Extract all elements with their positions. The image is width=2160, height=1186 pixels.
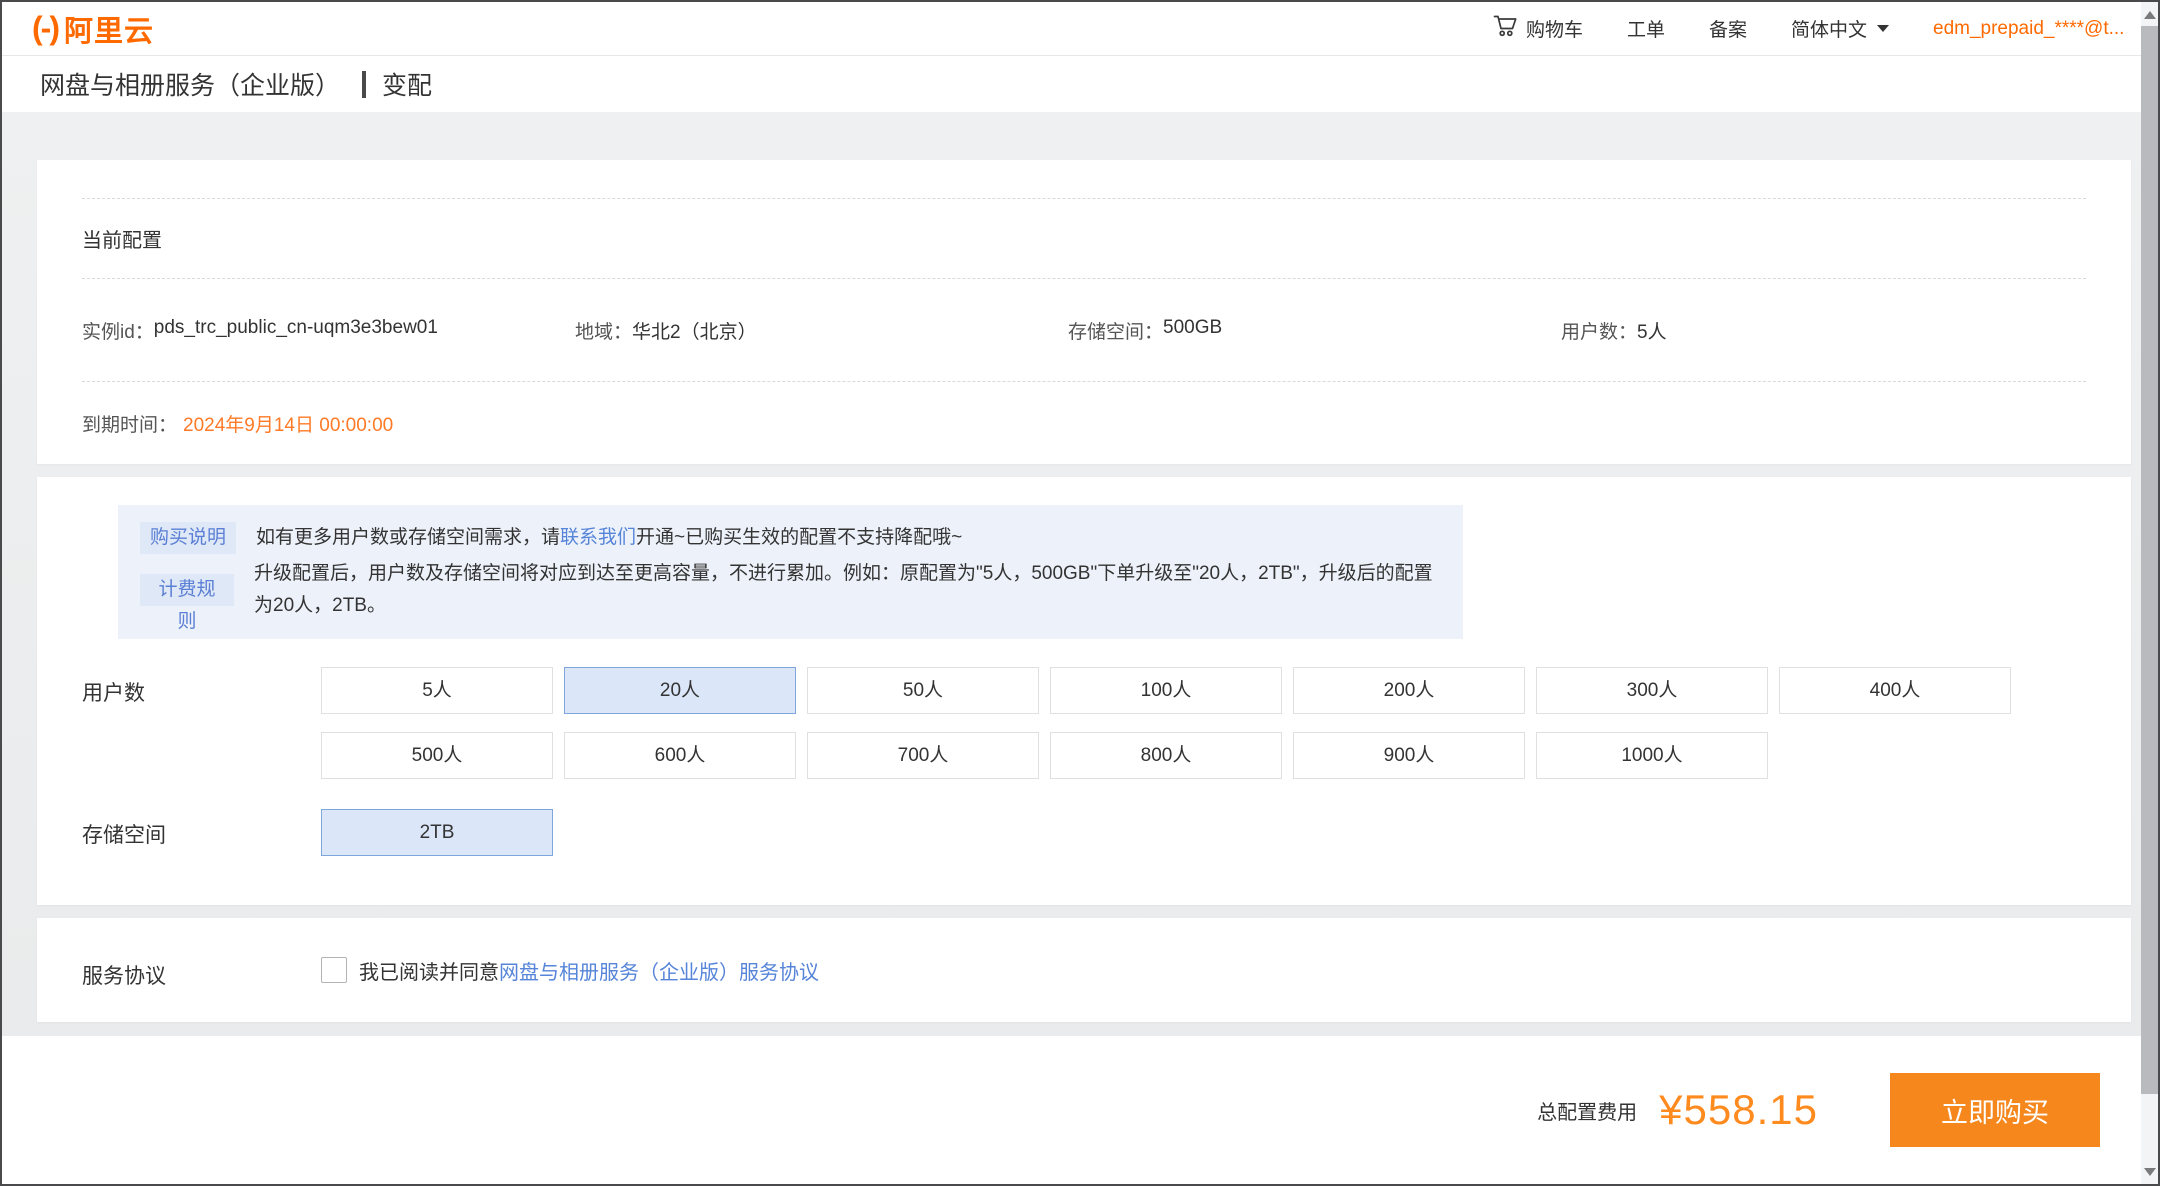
field-storage: 存储空间： 500GB bbox=[1068, 317, 1561, 344]
account-name[interactable]: edm_prepaid_****@t... bbox=[1933, 18, 2113, 40]
user-count-option[interactable]: 700人 bbox=[807, 732, 1039, 779]
purchase-note-text: 如有更多用户数或存储空间需求，请 bbox=[256, 527, 560, 548]
scroll-down-icon[interactable] bbox=[2141, 1163, 2158, 1180]
nav-cart[interactable]: 购物车 bbox=[1493, 14, 1583, 43]
scroll-up-icon[interactable] bbox=[2141, 6, 2158, 23]
user-count-option[interactable]: 1000人 bbox=[1536, 732, 1768, 779]
purchase-note-row: 购买说明 如有更多用户数或存储空间需求，请联系我们开通~已购买生效的配置不支持降… bbox=[140, 522, 1441, 554]
notice-panel: 购买说明 如有更多用户数或存储空间需求，请联系我们开通~已购买生效的配置不支持降… bbox=[118, 505, 1463, 639]
billing-rule-tag: 计费规则 bbox=[140, 574, 234, 606]
storage-row: 存储空间 2TB bbox=[82, 809, 2086, 874]
aliyun-logo[interactable]: (-) 阿里云 bbox=[32, 8, 154, 50]
purchase-note-text-after: 开通~已购买生效的配置不支持降配哦~ bbox=[636, 527, 962, 548]
user-count-option[interactable]: 20人 bbox=[564, 667, 796, 714]
field-expire-time: 到期时间： 2024年9月14日 00:00:00 bbox=[82, 381, 2086, 464]
storage-label: 存储空间 bbox=[82, 809, 321, 874]
user-count-option[interactable]: 100人 bbox=[1050, 667, 1282, 714]
vertical-scrollbar[interactable] bbox=[2141, 2, 2158, 1184]
current-config-fields: 实例id： pds_trc_public_cn-uqm3e3bew01 地域： … bbox=[82, 278, 2086, 381]
user-count-option[interactable]: 800人 bbox=[1050, 732, 1282, 779]
title-separator bbox=[362, 71, 366, 98]
nav-language-label: 简体中文 bbox=[1791, 15, 1867, 42]
current-config-title: 当前配置 bbox=[82, 224, 162, 253]
caret-down-icon bbox=[1877, 25, 1889, 32]
user-count-option[interactable]: 300人 bbox=[1536, 667, 1768, 714]
user-count-option[interactable]: 900人 bbox=[1293, 732, 1525, 779]
agreement-text: 我已阅读并同意 bbox=[359, 962, 499, 984]
billing-rule-row: 计费规则 升级配置后，用户数及存储空间将对应到达至更高容量，不进行累加。例如：原… bbox=[140, 558, 1441, 622]
user-count-label: 用户数 bbox=[82, 667, 321, 797]
page-title-bar: 网盘与相册服务（企业版） 变配 bbox=[2, 56, 2141, 112]
main-content: 当前配置 实例id： pds_trc_public_cn-uqm3e3bew01… bbox=[2, 112, 2141, 1036]
agreement-card: 服务协议 我已阅读并同意网盘与相册服务（企业版）服务协议 bbox=[37, 918, 2131, 1022]
app-window: (-) 阿里云 购物车 工单 bbox=[0, 0, 2160, 1186]
footer-bar: 总配置费用 ¥558.15 立即购买 bbox=[2, 1036, 2141, 1184]
purchase-note-tag: 购买说明 bbox=[140, 522, 236, 554]
nav-tickets-label: 工单 bbox=[1627, 15, 1665, 42]
nav-cart-label: 购物车 bbox=[1526, 15, 1583, 42]
user-count-row: 用户数 5人 20人 50人 100人 200人 300人 400人 500人 … bbox=[82, 667, 2086, 797]
contact-us-link[interactable]: 联系我们 bbox=[560, 527, 636, 548]
page-title: 网盘与相册服务（企业版） bbox=[40, 66, 340, 102]
total-cost-value: ¥558.15 bbox=[1659, 1086, 1818, 1134]
user-count-option[interactable]: 400人 bbox=[1779, 667, 2011, 714]
storage-options: 2TB bbox=[321, 809, 2033, 874]
user-count-options: 5人 20人 50人 100人 200人 300人 400人 500人 600人… bbox=[321, 667, 2033, 797]
page-subtitle: 变配 bbox=[382, 66, 432, 102]
agreement-label: 服务协议 bbox=[82, 950, 321, 990]
field-instance-id: 实例id： pds_trc_public_cn-uqm3e3bew01 bbox=[82, 317, 575, 344]
cart-icon bbox=[1493, 14, 1518, 43]
config-select-card: 购买说明 如有更多用户数或存储空间需求，请联系我们开通~已购买生效的配置不支持降… bbox=[37, 477, 2131, 905]
total-cost-label: 总配置费用 bbox=[1537, 1096, 1637, 1125]
aliyun-logo-icon: (-) bbox=[32, 10, 58, 47]
user-count-option[interactable]: 5人 bbox=[321, 667, 553, 714]
field-region: 地域： 华北2（北京） bbox=[575, 317, 1068, 344]
current-config-card: 当前配置 实例id： pds_trc_public_cn-uqm3e3bew01… bbox=[37, 160, 2131, 464]
user-count-option[interactable]: 600人 bbox=[564, 732, 796, 779]
scrollbar-thumb[interactable] bbox=[2141, 26, 2158, 1094]
agreement-link[interactable]: 网盘与相册服务（企业版）服务协议 bbox=[499, 962, 819, 984]
nav-tickets[interactable]: 工单 bbox=[1627, 15, 1665, 42]
nav-icp[interactable]: 备案 bbox=[1709, 15, 1747, 42]
storage-option[interactable]: 2TB bbox=[321, 809, 553, 856]
user-count-option[interactable]: 200人 bbox=[1293, 667, 1525, 714]
buy-now-button[interactable]: 立即购买 bbox=[1890, 1073, 2100, 1147]
agreement-checkbox[interactable] bbox=[321, 957, 347, 983]
field-user-count: 用户数： 5人 bbox=[1561, 317, 2054, 344]
top-header: (-) 阿里云 购物车 工单 bbox=[2, 2, 2141, 56]
aliyun-logo-text: 阿里云 bbox=[64, 8, 154, 50]
top-nav: 购物车 工单 备案 简体中文 edm_prepaid_****@t... bbox=[1493, 14, 2113, 43]
user-count-option[interactable]: 500人 bbox=[321, 732, 553, 779]
billing-rule-text: 升级配置后，用户数及存储空间将对应到达至更高容量，不进行累加。例如：原配置为"5… bbox=[254, 563, 1433, 616]
user-count-option[interactable]: 50人 bbox=[807, 667, 1039, 714]
nav-icp-label: 备案 bbox=[1709, 15, 1747, 42]
expire-time-value: 2024年9月14日 00:00:00 bbox=[183, 410, 393, 437]
nav-language[interactable]: 简体中文 bbox=[1791, 15, 1889, 42]
